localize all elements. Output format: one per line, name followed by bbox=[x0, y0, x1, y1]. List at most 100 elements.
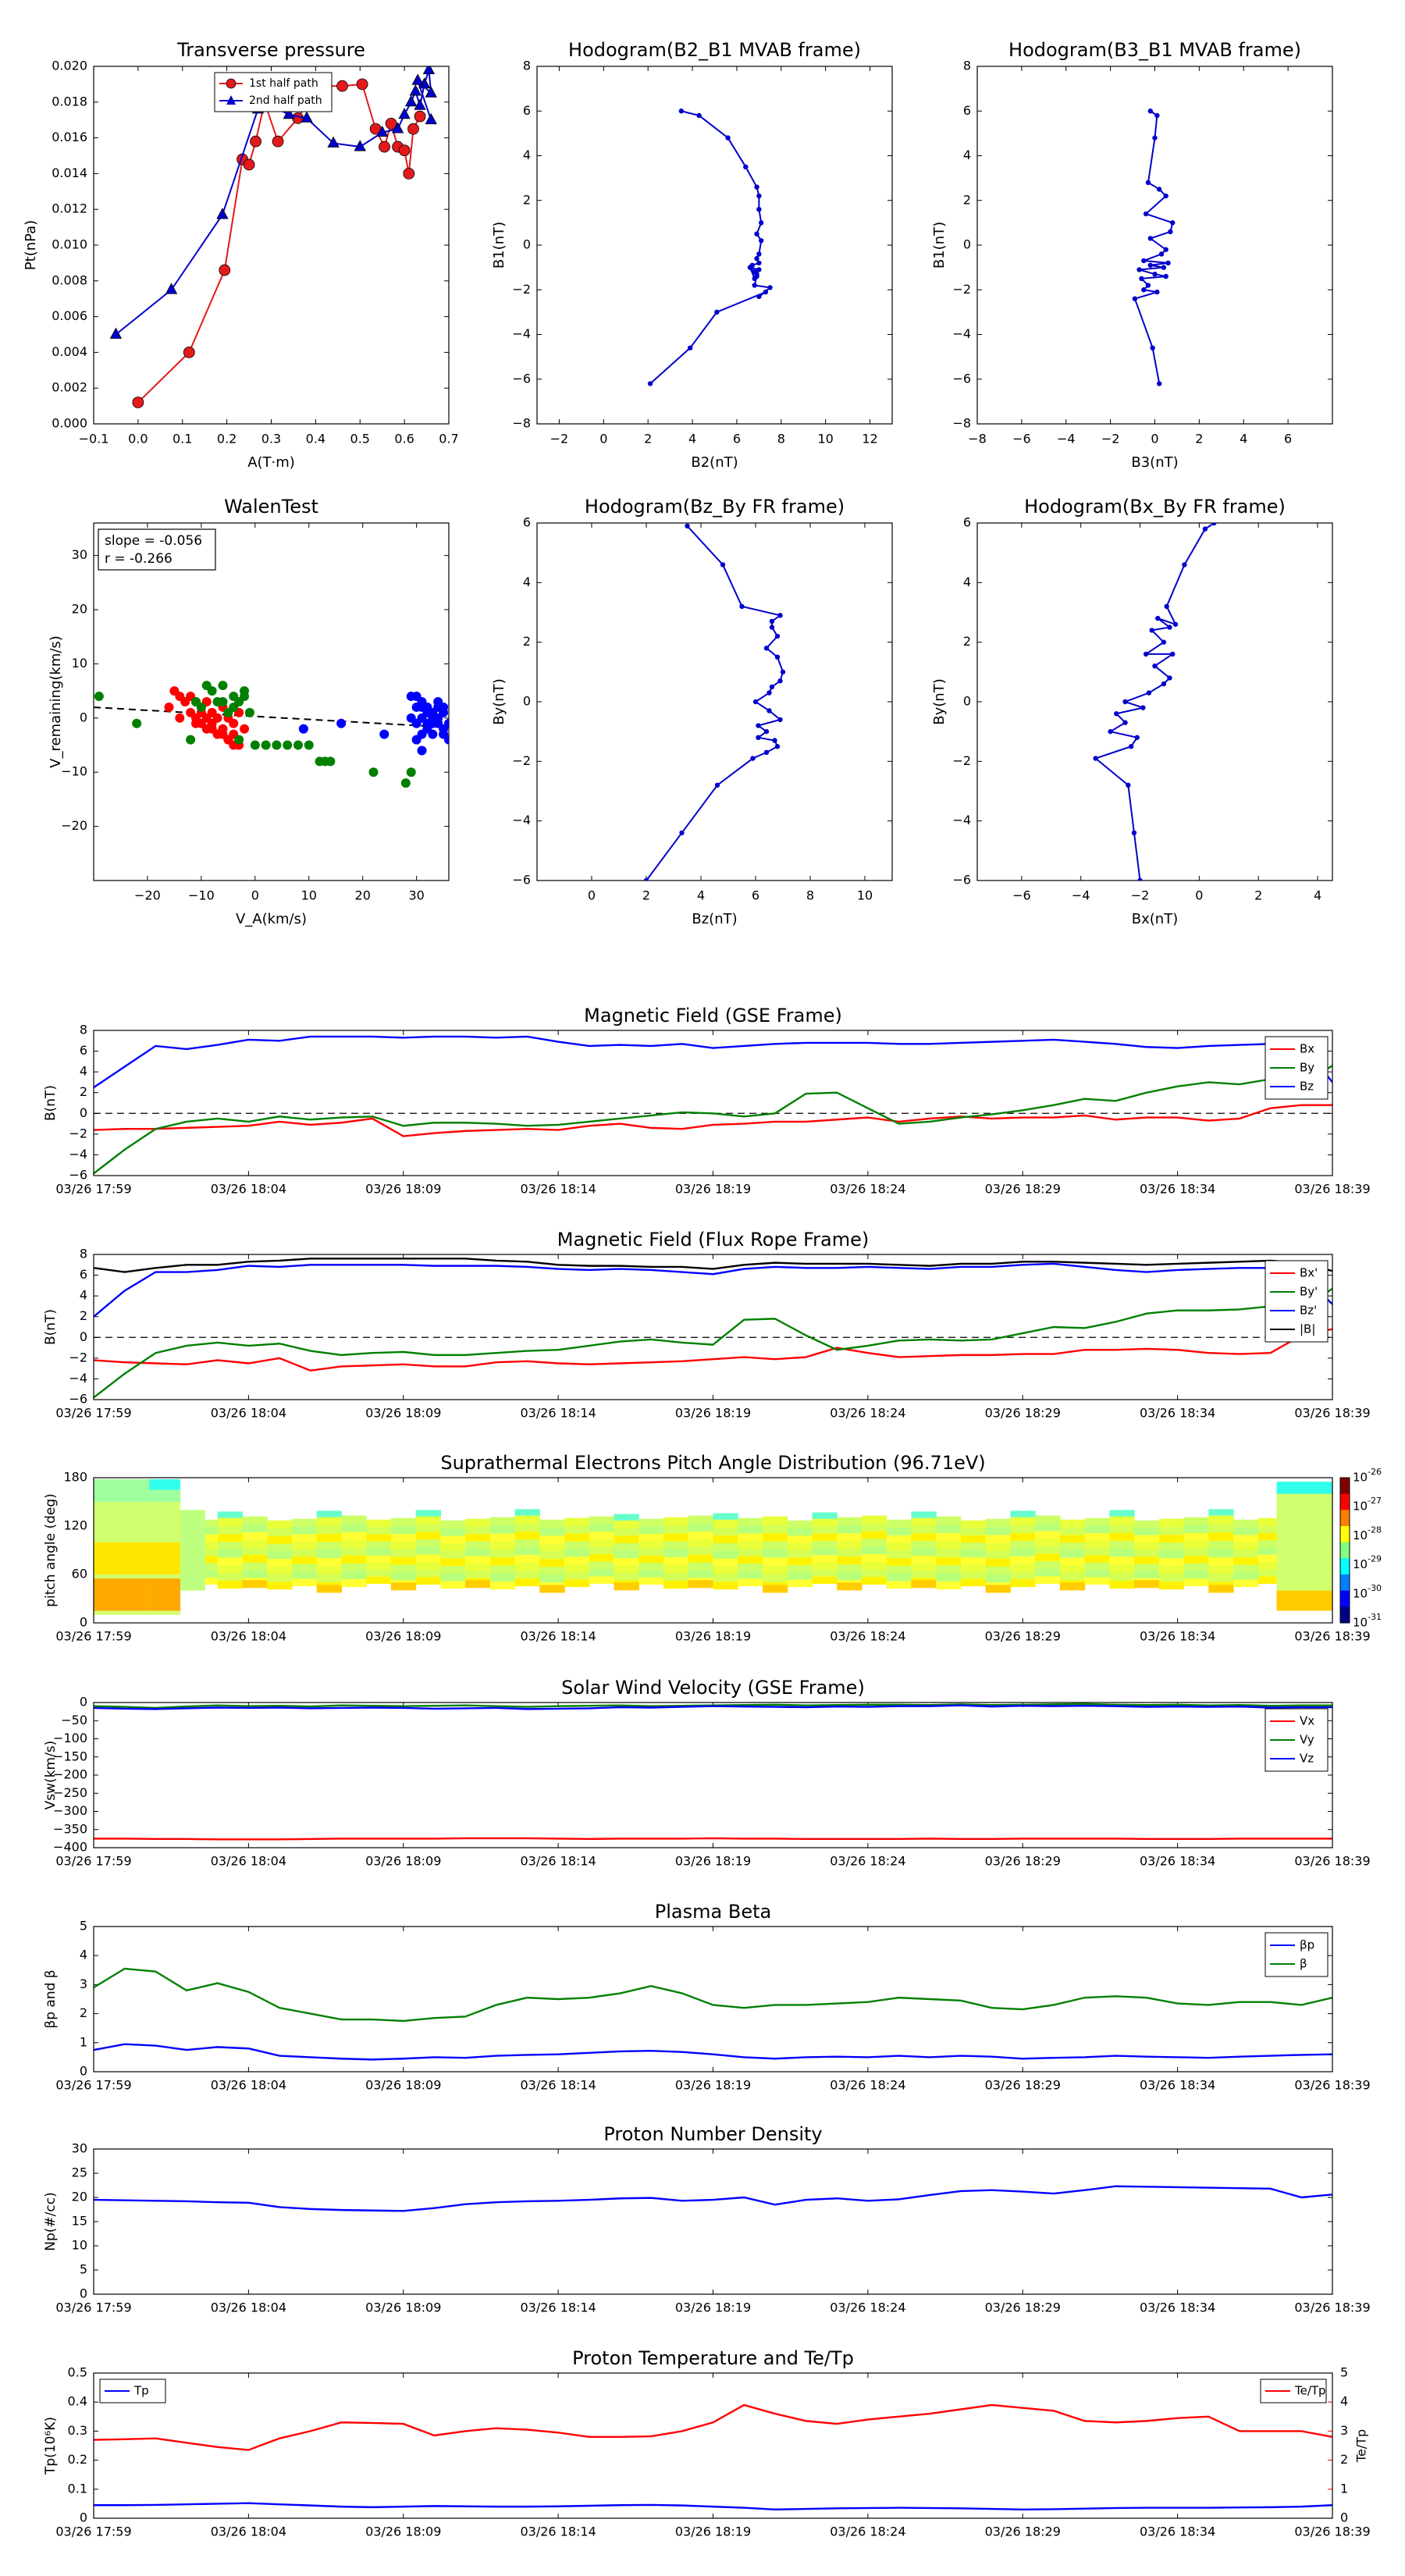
heatmap-cell bbox=[1010, 1571, 1036, 1580]
heatmap-cell bbox=[985, 1574, 1011, 1583]
heatmap-cell bbox=[539, 1585, 565, 1593]
data-point bbox=[414, 98, 426, 110]
heatmap-cell bbox=[539, 1574, 565, 1583]
data-point bbox=[403, 167, 415, 180]
plot-area bbox=[94, 1479, 1332, 1615]
y-tick-label: 2 bbox=[523, 192, 531, 207]
x-tick-label: 03/26 18:29 bbox=[985, 2524, 1061, 2539]
data-point bbox=[223, 735, 233, 745]
data-point bbox=[1202, 526, 1208, 532]
series-line bbox=[94, 1035, 1332, 1089]
x-tick-label: 03/26 17:59 bbox=[55, 1182, 131, 1197]
legend-label: Bz' bbox=[1300, 1304, 1317, 1318]
data-point bbox=[407, 123, 419, 135]
data-point bbox=[109, 327, 123, 339]
series-line bbox=[646, 525, 784, 881]
scatter-panel-4: Hodogram(Bz_By FR frame) 0 2 4 6 8 10 −6 −4 −2 0 2 4… bbox=[491, 496, 893, 927]
x-tick-label: 2 bbox=[1195, 432, 1203, 447]
heatmap-cell bbox=[341, 1578, 367, 1588]
heatmap-cell bbox=[812, 1533, 838, 1541]
y-tick-label: 0 bbox=[80, 2510, 87, 2525]
y-tick-label: 0.2 bbox=[68, 2452, 87, 2467]
data-point bbox=[1170, 651, 1176, 657]
heatmap-cell bbox=[316, 1541, 342, 1550]
x-tick-label: 03/26 18:09 bbox=[365, 2524, 441, 2539]
x-tick-label: 03/26 18:29 bbox=[985, 2300, 1061, 2315]
heatmap-cell bbox=[663, 1517, 689, 1526]
heatmap-cell bbox=[688, 1561, 714, 1571]
y-tick-label: −10 bbox=[61, 764, 87, 779]
heatmap-cell bbox=[1084, 1539, 1110, 1548]
heatmap-cell bbox=[1059, 1527, 1086, 1535]
x-tick-label: 03/26 17:59 bbox=[55, 2078, 131, 2093]
data-point bbox=[417, 729, 427, 739]
data-point bbox=[685, 523, 690, 529]
heatmap-cell bbox=[663, 1580, 689, 1589]
x-axis-label: B3(nT) bbox=[1131, 454, 1178, 471]
x-tick-label: 03/26 18:24 bbox=[830, 2078, 905, 2093]
heatmap-cell bbox=[985, 1566, 1011, 1575]
data-point bbox=[207, 724, 217, 734]
colorbar-exponent: -30 bbox=[1368, 1583, 1382, 1593]
data-point bbox=[643, 877, 649, 881]
heatmap-cell bbox=[1109, 1510, 1135, 1517]
heatmap-cell bbox=[366, 1519, 392, 1528]
heatmap-cell bbox=[390, 1525, 417, 1535]
x-axis-label: B2(nT) bbox=[691, 454, 738, 471]
x-tick-label: 0.2 bbox=[217, 432, 237, 447]
heatmap-cell bbox=[1134, 1556, 1160, 1564]
data-point bbox=[756, 193, 762, 199]
data-point bbox=[1141, 287, 1147, 293]
heatmap-cell bbox=[242, 1532, 268, 1540]
data-point bbox=[1154, 289, 1160, 295]
heatmap-cell bbox=[614, 1528, 639, 1536]
heatmap-cell bbox=[465, 1518, 491, 1527]
x-tick-label: 03/26 18:19 bbox=[675, 2078, 751, 2093]
heatmap-cell bbox=[787, 1520, 813, 1528]
heatmap-cell bbox=[366, 1576, 392, 1584]
series-line bbox=[94, 1065, 1332, 1175]
axes-frame bbox=[93, 1254, 1333, 1400]
x-tick-label: 03/26 18:29 bbox=[985, 1182, 1061, 1197]
y-right-tick-label: 0 bbox=[1340, 2510, 1348, 2525]
series-line bbox=[94, 1258, 1332, 1273]
x-tick-label: 03/26 18:39 bbox=[1294, 2524, 1370, 2539]
heatmap-cell bbox=[1134, 1542, 1160, 1550]
heatmap-cell bbox=[440, 1535, 466, 1544]
data-point bbox=[767, 708, 772, 713]
heatmap-cell bbox=[267, 1558, 293, 1567]
heatmap-cell bbox=[539, 1527, 565, 1536]
axes-frame bbox=[93, 2148, 1333, 2295]
heatmap-cell bbox=[514, 1554, 540, 1564]
heatmap-cell bbox=[267, 1581, 293, 1590]
data-point bbox=[1167, 675, 1172, 681]
x-tick-label: 4 bbox=[697, 888, 705, 903]
y-tick-label: 0 bbox=[80, 1615, 87, 1630]
panel-title: Magnetic Field (Flux Rope Frame) bbox=[557, 1229, 869, 1251]
heatmap-cell bbox=[415, 1546, 441, 1555]
y-tick-label: 0 bbox=[80, 2286, 87, 2301]
heatmap-cell bbox=[489, 1557, 516, 1566]
data-point bbox=[1134, 735, 1140, 740]
legend-label: Vx bbox=[1300, 1714, 1314, 1728]
y-tick-label: −2 bbox=[69, 1126, 87, 1140]
heatmap-cell bbox=[663, 1572, 689, 1582]
data-point bbox=[1143, 651, 1149, 657]
heatmap-cell bbox=[638, 1526, 664, 1534]
heatmap-cell bbox=[960, 1528, 987, 1535]
heatmap-cell bbox=[465, 1533, 491, 1542]
y-tick-label: 2 bbox=[80, 1308, 87, 1323]
data-point bbox=[750, 756, 756, 761]
x-tick-label: 03/26 18:24 bbox=[830, 1629, 905, 1644]
x-tick-label: 03/26 18:14 bbox=[520, 1629, 596, 1644]
heatmap-cell bbox=[465, 1563, 491, 1571]
data-point bbox=[769, 624, 775, 630]
heatmap-cell bbox=[861, 1531, 887, 1539]
data-point bbox=[1146, 690, 1152, 696]
heatmap-cell bbox=[514, 1531, 540, 1540]
heatmap-cell bbox=[1158, 1534, 1185, 1543]
legend-label: Vz bbox=[1300, 1752, 1314, 1766]
heatmap-cell bbox=[1183, 1563, 1209, 1571]
heatmap-cell bbox=[1010, 1517, 1036, 1526]
y-tick-label: 5 bbox=[80, 1919, 87, 1934]
